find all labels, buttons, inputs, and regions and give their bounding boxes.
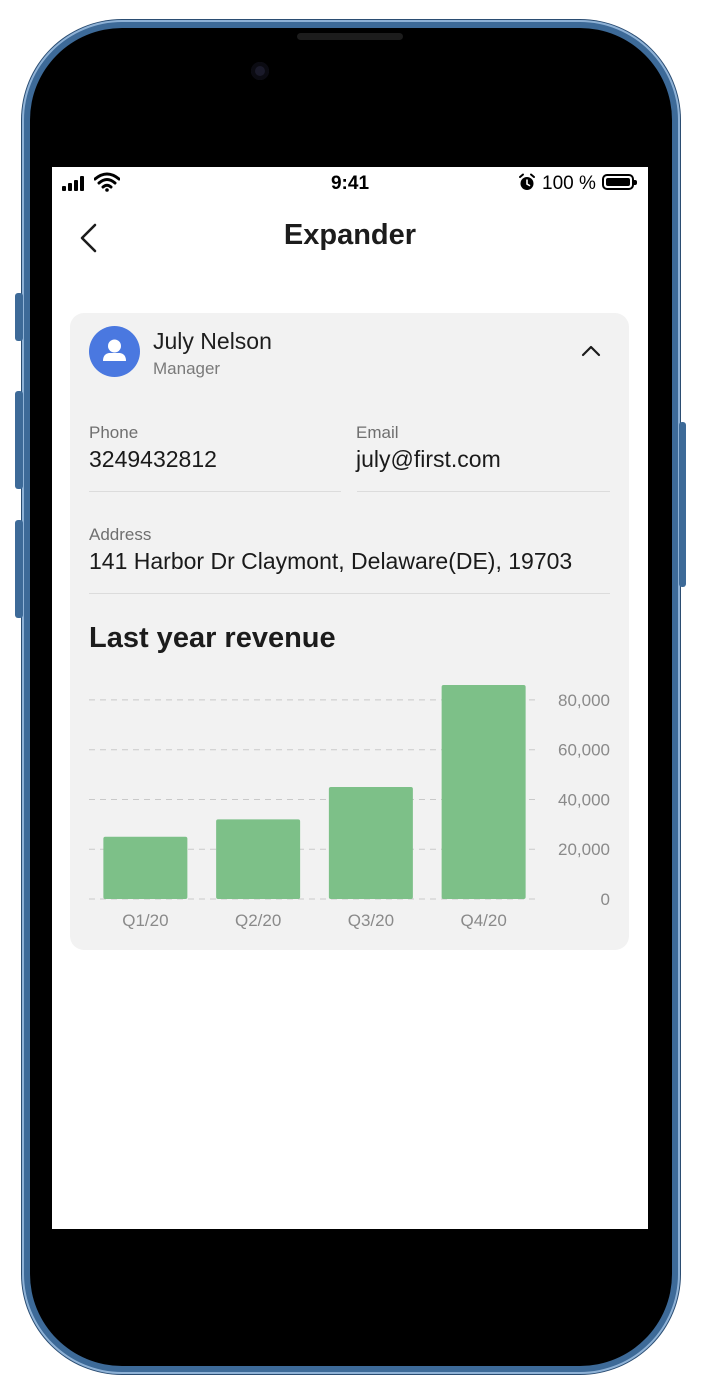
- status-bar: 9:41 100 %: [52, 167, 648, 199]
- email-label: Email: [356, 423, 399, 442]
- y-tick-label: 40,000: [558, 790, 610, 809]
- email-value[interactable]: july@first.com: [356, 446, 501, 473]
- x-tick-label: Q2/20: [235, 911, 281, 930]
- bar: [441, 685, 526, 899]
- bar: [328, 787, 413, 899]
- contact-name: July Nelson: [153, 328, 272, 354]
- user-icon: [103, 339, 126, 361]
- contact-expander-card: July Nelson Manager Phone 3249432812 Ema…: [70, 313, 629, 950]
- y-tick-label: 80,000: [558, 691, 610, 710]
- y-tick-label: 20,000: [558, 840, 610, 859]
- phone-divider: [89, 491, 341, 492]
- screen: 9:41 100 % Expander July Nelson Manager …: [52, 167, 648, 1229]
- address-value[interactable]: 141 Harbor Dr Claymont, Delaware(DE), 19…: [89, 548, 572, 575]
- email-divider: [357, 491, 610, 492]
- chevron-up-icon[interactable]: [576, 339, 606, 363]
- alarm-icon: [519, 173, 535, 190]
- mute-switch: [15, 293, 23, 341]
- x-tick-label: Q4/20: [460, 911, 506, 930]
- contact-role: Manager: [153, 359, 221, 378]
- x-tick-label: Q3/20: [348, 911, 394, 930]
- x-tick-label: Q1/20: [122, 911, 168, 930]
- battery-percentage: 100 %: [542, 173, 596, 194]
- front-camera: [251, 62, 269, 80]
- address-divider: [89, 593, 610, 594]
- speaker-grille: [297, 33, 403, 40]
- avatar: [89, 326, 140, 377]
- navigation-bar: Expander: [52, 207, 648, 267]
- phone-value[interactable]: 3249432812: [89, 446, 217, 473]
- volume-down-button: [15, 520, 23, 618]
- chart-title: Last year revenue: [89, 622, 336, 654]
- address-label: Address: [89, 525, 152, 544]
- page-title: Expander: [283, 219, 417, 251]
- y-tick-label: 0: [601, 890, 610, 909]
- volume-up-button: [15, 391, 23, 489]
- phone-label: Phone: [89, 423, 139, 442]
- y-tick-label: 60,000: [558, 741, 610, 760]
- battery-icon: [602, 174, 637, 190]
- revenue-bar-chart: 0 20,000 40,000 60,000 80,000 Q1/20 Q2/20 Q3/20…: [89, 685, 610, 930]
- bar: [103, 836, 188, 899]
- bar: [216, 819, 301, 899]
- power-button: [679, 422, 686, 587]
